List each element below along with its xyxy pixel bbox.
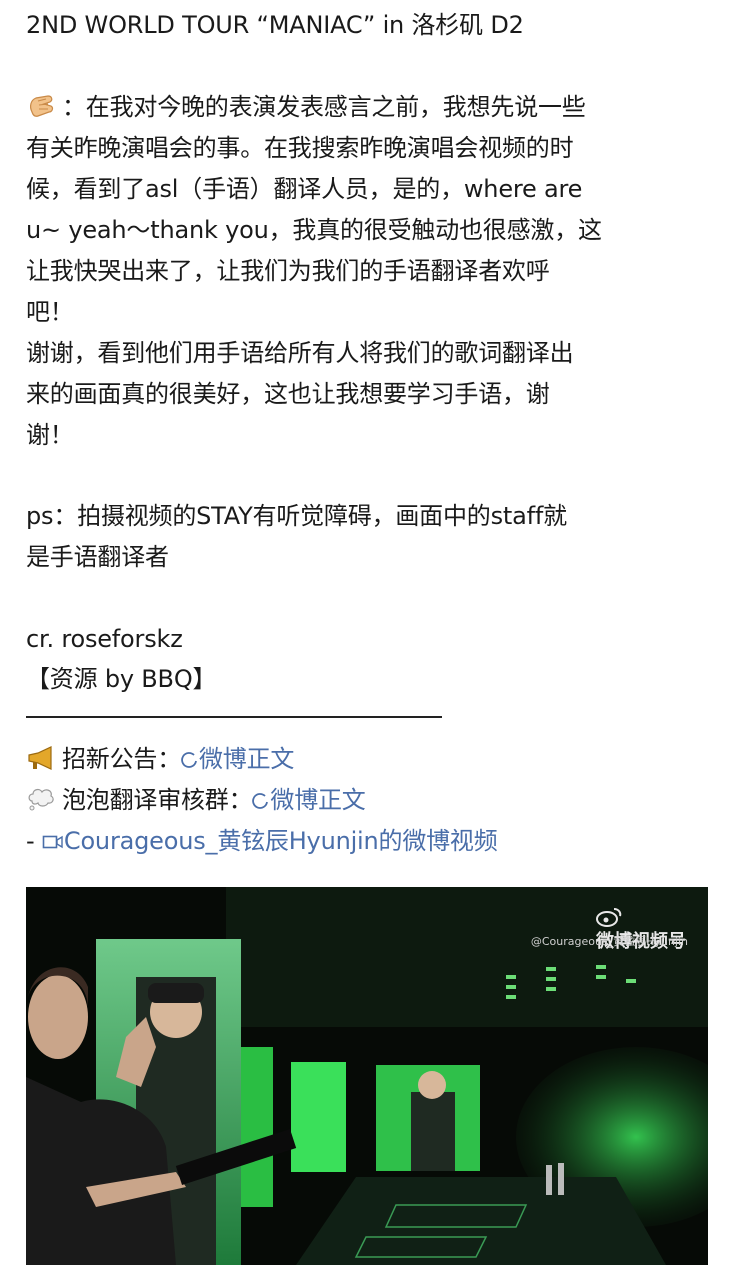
video-row: - Courageous_黄铉辰Hyunjin的微博视频 xyxy=(26,827,498,855)
link-circle-icon xyxy=(181,752,197,768)
post-title: 2ND WORLD TOUR “MANIAC” in 洛杉矶 D2 xyxy=(26,11,524,39)
link-circle-icon xyxy=(252,793,269,809)
bubble-link[interactable]: 微博正文 xyxy=(252,786,366,814)
bubble-row: 泡泡翻译审核群： 微博正文 xyxy=(26,780,366,821)
weibo-logo-icon xyxy=(596,908,622,927)
paragraph-line: 谢！ xyxy=(26,421,74,449)
video-link[interactable]: Courageous_黄铉辰Hyunjin的微博视频 xyxy=(42,827,498,855)
waving-hand-icon xyxy=(30,95,54,117)
source-line: 【资源 by BBQ】 xyxy=(26,665,217,693)
paragraph-line: 谢谢，看到他们用手语给所有人将我们的歌词翻译出 xyxy=(26,339,574,367)
stage-floor xyxy=(296,1177,666,1265)
paragraph-line: ：在我对今晚的表演发表感言之前，我想先说一些 xyxy=(26,87,586,128)
paragraph-line: 吧！ xyxy=(26,298,74,326)
middle-led-screen xyxy=(291,1062,346,1172)
video-handle: @Courageous_黄铉辰Hyunjin xyxy=(530,935,688,948)
paragraph-line: u~ yeah～thank you，我真的很受触动也很感激，这 xyxy=(26,216,602,244)
recruit-link[interactable]: 微博正文 xyxy=(181,745,294,773)
divider xyxy=(26,716,442,718)
video-icon xyxy=(42,835,63,849)
paragraph-line: 让我快哭出来了，让我们为我们的手语翻译者欢呼 xyxy=(26,257,550,285)
credit-line: cr. roseforskz xyxy=(26,625,183,653)
ps-line: 是手语翻译者 xyxy=(26,543,169,571)
paragraph-line: 有关昨晚演唱会的事。在我搜索昨晚演唱会视频的时 xyxy=(26,134,574,162)
paragraph-line: 候，看到了asl（手语）翻译人员，是的，where are xyxy=(26,175,583,203)
thought-bubble-icon xyxy=(28,788,54,811)
recruit-row: 招新公告： 微博正文 xyxy=(26,739,294,780)
megaphone-icon xyxy=(28,746,52,770)
ps-line: ps：拍摄视频的STAY有听觉障碍，画面中的staff就 xyxy=(26,502,567,530)
paragraph-line: 来的画面真的很美好，这也让我想要学习手语，谢 xyxy=(26,380,550,408)
video-thumbnail[interactable]: 微博视频号 @Courageous_黄铉辰Hyunjin xyxy=(26,887,708,1265)
